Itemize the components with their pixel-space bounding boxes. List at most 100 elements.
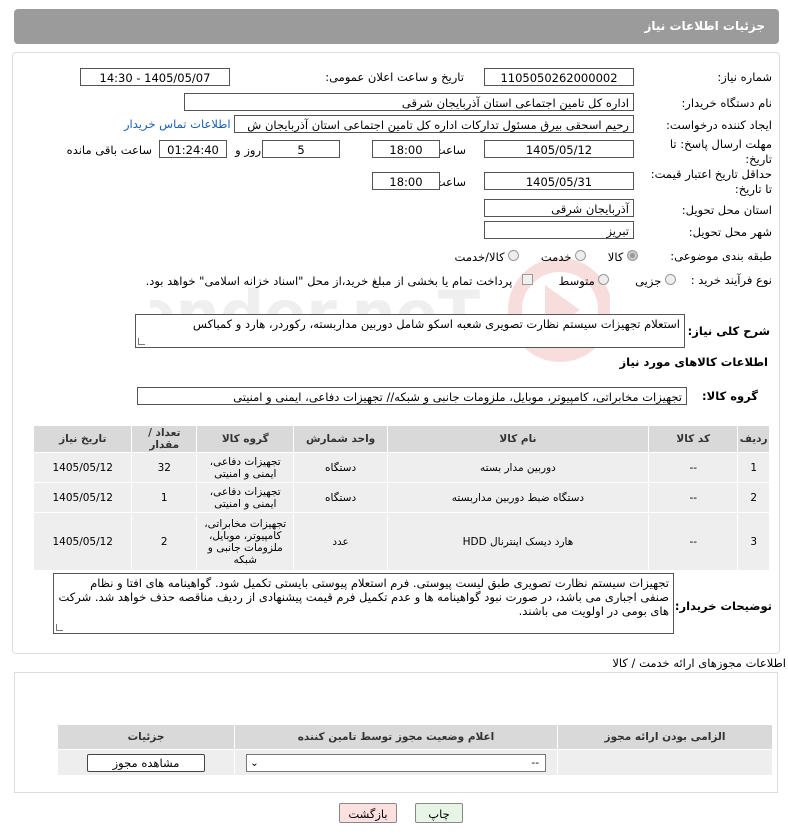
remaining-time-field[interactable]: 01:24:40 bbox=[159, 140, 227, 158]
cell-row: 2 bbox=[737, 482, 770, 513]
buyer-notes-textarea[interactable]: تجهیزات سیستم نظارت تصویری طبق لیست پیوس… bbox=[53, 573, 674, 634]
page-header: جزئیات اطلاعات نیاز bbox=[14, 9, 779, 44]
col-row: ردیف bbox=[737, 425, 770, 453]
col-name: نام کالا bbox=[386, 425, 650, 453]
col-permit-status: اعلام وضعیت مجوز توسط تامین کننده bbox=[234, 724, 558, 750]
cell-group: تجهیزات دفاعی، ایمنی و امنیتی bbox=[196, 482, 295, 513]
remaining-label: ساعت باقی مانده bbox=[66, 143, 152, 157]
cell-name: هارد دیسک اینترنال HDD bbox=[386, 512, 650, 571]
buyer-notes-text: تجهیزات سیستم نظارت تصویری طبق لیست پیوس… bbox=[58, 576, 669, 618]
cell-row: 3 bbox=[737, 512, 770, 571]
col-group: گروه کالا bbox=[196, 425, 295, 453]
cell-name: دستگاه ضبط دوربین مداربسته bbox=[386, 482, 650, 513]
cell-code: -- bbox=[648, 482, 739, 513]
permits-table: الزامی بودن ارائه مجوز اعلام وضعیت مجوز … bbox=[57, 724, 773, 776]
process-label: نوع فرآیند خرید : bbox=[690, 273, 772, 287]
col-unit: واحد شمارش bbox=[293, 425, 388, 453]
cell-name: دوربین مدار بسته bbox=[386, 452, 650, 483]
reply-deadline-label: مهلت ارسال پاسخ: تا تاریخ: bbox=[669, 137, 772, 166]
treasury-note: پرداخت تمام یا بخشی از مبلغ خرید،از محل … bbox=[145, 274, 513, 288]
province-label: استان محل تحویل: bbox=[681, 203, 772, 217]
buyer-org-field[interactable]: اداره کل تامین اجتماعی استان آذربایجان ش… bbox=[184, 93, 634, 111]
category-service-label: خدمت bbox=[540, 250, 572, 264]
col-date: تاریخ نیاز bbox=[32, 425, 133, 453]
goods-table: ردیف کد کالا نام کالا واحد شمارش گروه کا… bbox=[32, 425, 770, 571]
cell-qty: 2 bbox=[131, 512, 198, 571]
description-label: شرح کلی نیاز: bbox=[687, 324, 770, 338]
cell-required bbox=[557, 749, 773, 776]
category-both-radio[interactable] bbox=[508, 250, 520, 261]
buyer-notes-label: توضیحات خریدار: bbox=[674, 599, 772, 613]
creator-label: ایجاد کننده درخواست: bbox=[666, 118, 772, 132]
category-service-radio[interactable] bbox=[575, 250, 587, 261]
cell-date: 1405/05/12 bbox=[32, 512, 133, 571]
chevron-down-icon: ⌄ bbox=[250, 756, 259, 769]
permit-status-select[interactable]: -- ⌄ bbox=[246, 753, 546, 772]
province-field[interactable]: آذربایجان شرقی bbox=[484, 199, 634, 217]
permits-section-title: اطلاعات مجوزهای ارائه خدمت / کالا bbox=[612, 656, 786, 670]
cell-status: -- ⌄ bbox=[234, 749, 558, 776]
category-label: طبقه بندی موضوعی: bbox=[670, 249, 772, 263]
cell-qty: 1 bbox=[131, 482, 198, 513]
price-date-field[interactable]: 1405/05/31 bbox=[484, 172, 634, 190]
page-title: جزئیات اطلاعات نیاز bbox=[644, 19, 765, 33]
cell-unit: دستگاه bbox=[293, 452, 388, 483]
col-code: کد کالا bbox=[648, 425, 739, 453]
announce-label: تاریخ و ساعت اعلان عمومی: bbox=[325, 70, 464, 84]
need-number-field[interactable]: 1105050262000002 bbox=[484, 68, 634, 86]
col-permit-required: الزامی بودن ارائه مجوز bbox=[557, 724, 773, 750]
process-medium-label: متوسط bbox=[558, 274, 595, 288]
price-deadline-label: حداقل تاریخ اعتبار قیمت: تا تاریخ: bbox=[650, 167, 772, 196]
cell-details: مشاهده مجوز bbox=[57, 749, 235, 776]
cell-code: -- bbox=[648, 512, 739, 571]
price-time-field[interactable]: 18:00 bbox=[372, 172, 440, 190]
process-medium-radio[interactable] bbox=[598, 274, 610, 285]
cell-qty: 32 bbox=[131, 452, 198, 483]
city-label: شهر محل تحویل: bbox=[688, 225, 772, 239]
days-label: روز و bbox=[235, 143, 261, 157]
category-goods-radio[interactable] bbox=[627, 250, 638, 261]
col-qty: تعداد / مقدار bbox=[131, 425, 198, 453]
goods-group-field[interactable]: تجهیزات مخابراتی، کامپیوتر، موبایل، ملزو… bbox=[137, 387, 687, 405]
cell-row: 1 bbox=[737, 452, 770, 483]
city-field[interactable]: تبریز bbox=[484, 221, 634, 239]
description-textarea[interactable]: استعلام تجهیزات سیستم نظارت تصویری شعبه … bbox=[135, 314, 685, 348]
resize-grip-icon[interactable] bbox=[138, 338, 145, 345]
description-text: استعلام تجهیزات سیستم نظارت تصویری شعبه … bbox=[192, 317, 680, 331]
process-options: جزیی متوسط پرداخت تمام یا بخشی از مبلغ خ… bbox=[146, 274, 676, 288]
back-button[interactable]: بازگشت bbox=[339, 803, 397, 823]
reply-time-field[interactable]: 18:00 bbox=[372, 140, 440, 158]
category-goods-label: کالا bbox=[607, 250, 624, 264]
announce-field[interactable]: 1405/05/07 - 14:30 bbox=[80, 68, 230, 86]
cell-group: تجهیزات مخابراتی، کامپیوتر، موبایل، ملزو… bbox=[196, 512, 295, 571]
creator-field[interactable]: رحیم اسحقی بیرق مسئول تدارکات اداره کل ت… bbox=[234, 115, 634, 133]
goods-group-label: گروه کالا: bbox=[702, 389, 758, 403]
table-row: -- ⌄ مشاهده مجوز bbox=[57, 749, 773, 776]
permits-table-header: الزامی بودن ارائه مجوز اعلام وضعیت مجوز … bbox=[57, 724, 773, 750]
resize-grip-icon[interactable] bbox=[56, 624, 63, 631]
process-minor-label: جزیی bbox=[635, 274, 662, 288]
goods-section-title: اطلاعات کالاهای مورد نیاز bbox=[619, 355, 768, 369]
print-button[interactable]: چاپ bbox=[415, 803, 463, 823]
buyer-org-label: نام دستگاه خریدار: bbox=[681, 96, 772, 110]
goods-table-header: ردیف کد کالا نام کالا واحد شمارش گروه کا… bbox=[32, 425, 770, 453]
table-row[interactable]: 2 -- دستگاه ضبط دوربین مداربسته دستگاه ت… bbox=[32, 482, 770, 513]
cell-unit: عدد bbox=[293, 512, 388, 571]
col-permit-details: جزئیات bbox=[57, 724, 235, 750]
table-row[interactable]: 1 -- دوربین مدار بسته دستگاه تجهیزات دفا… bbox=[32, 452, 770, 483]
reply-date-field[interactable]: 1405/05/12 bbox=[484, 140, 634, 158]
category-both-label: کالا/خدمت bbox=[454, 250, 505, 264]
cell-code: -- bbox=[648, 452, 739, 483]
cell-date: 1405/05/12 bbox=[32, 452, 133, 483]
treasury-checkbox[interactable] bbox=[522, 274, 533, 285]
cell-group: تجهیزات دفاعی، ایمنی و امنیتی bbox=[196, 452, 295, 483]
category-options: کالا خدمت کالا/خدمت bbox=[455, 250, 638, 264]
days-field[interactable]: 5 bbox=[262, 140, 340, 158]
view-permit-button[interactable]: مشاهده مجوز bbox=[87, 753, 205, 772]
contact-buyer-link[interactable]: اطلاعات تماس خریدار bbox=[124, 117, 231, 131]
table-row[interactable]: 3 -- هارد دیسک اینترنال HDD عدد تجهیزات … bbox=[32, 512, 770, 571]
permit-status-value: -- bbox=[531, 756, 539, 769]
need-number-label: شماره نیاز: bbox=[717, 70, 772, 84]
cell-unit: دستگاه bbox=[293, 482, 388, 513]
process-minor-radio[interactable] bbox=[665, 274, 676, 285]
